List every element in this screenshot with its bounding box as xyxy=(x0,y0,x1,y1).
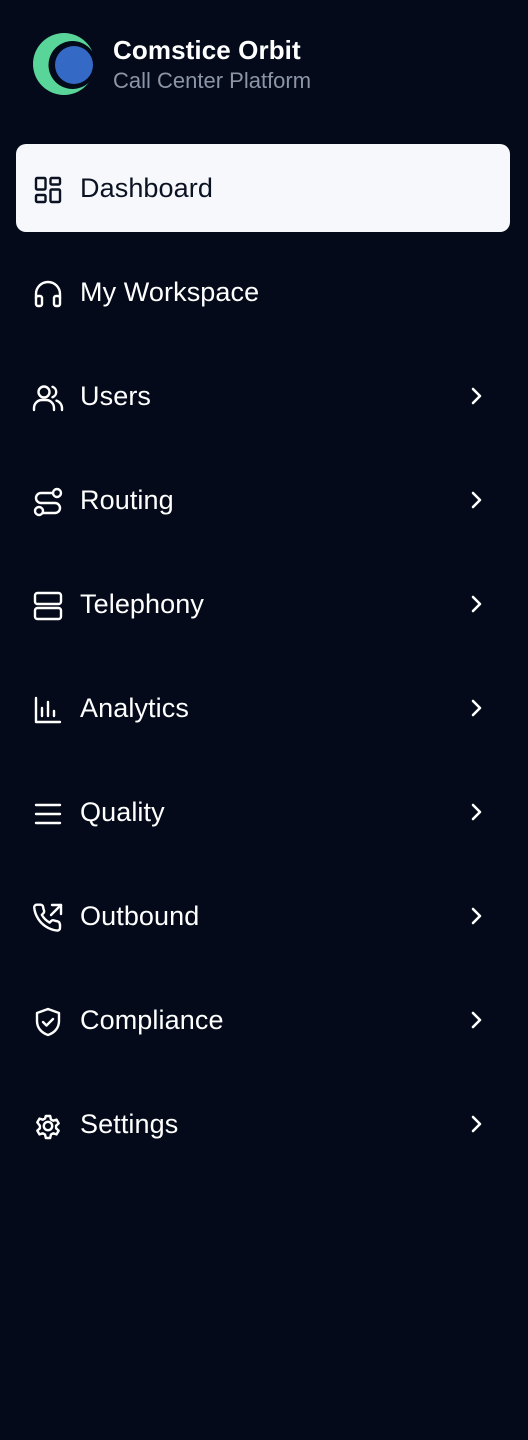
sidebar-item-label: Settings xyxy=(80,1109,179,1139)
phone-outgoing-icon xyxy=(32,902,64,934)
sidebar-item-outbound[interactable]: Outbound xyxy=(16,872,510,960)
sidebar-item-label: Users xyxy=(80,381,152,411)
sidebar-item-dashboard[interactable]: Dashboard xyxy=(16,144,510,232)
sidebar-nav: Dashboard My Workspace Users Routing Tel… xyxy=(16,144,510,1184)
sidebar-item-label: Routing xyxy=(80,485,174,515)
sidebar-item-label: Quality xyxy=(80,797,165,827)
sidebar-item-label: Outbound xyxy=(80,901,200,931)
sidebar-item-compliance[interactable]: Compliance xyxy=(16,976,510,1064)
sidebar-item-label: Analytics xyxy=(80,693,189,723)
chevron-right-icon xyxy=(464,1112,488,1136)
orbit-logo-icon xyxy=(33,33,96,95)
dashboard-icon xyxy=(32,174,64,206)
headset-icon xyxy=(32,278,64,310)
chevron-right-icon xyxy=(464,384,488,408)
menu-lines-icon xyxy=(32,798,64,830)
route-icon xyxy=(32,486,64,518)
sidebar-item-analytics[interactable]: Analytics xyxy=(16,664,510,752)
chevron-right-icon xyxy=(464,592,488,616)
shield-check-icon xyxy=(32,1006,64,1038)
gear-icon xyxy=(32,1110,64,1142)
sidebar-item-label: My Workspace xyxy=(80,277,260,307)
sidebar-item-label: Compliance xyxy=(80,1005,224,1035)
chevron-right-icon xyxy=(464,1008,488,1032)
chevron-right-icon xyxy=(464,800,488,824)
server-icon xyxy=(32,590,64,622)
sidebar-item-users[interactable]: Users xyxy=(16,352,510,440)
sidebar: Comstice Orbit Call Center Platform Dash… xyxy=(0,0,528,1440)
brand[interactable]: Comstice Orbit Call Center Platform xyxy=(32,32,311,96)
chevron-right-icon xyxy=(464,488,488,512)
app-title: Comstice Orbit xyxy=(113,34,301,65)
app-subtitle: Call Center Platform xyxy=(113,67,312,93)
sidebar-item-my-workspace[interactable]: My Workspace xyxy=(16,248,510,336)
chevron-right-icon xyxy=(464,696,488,720)
bar-chart-icon xyxy=(32,694,64,726)
sidebar-item-telephony[interactable]: Telephony xyxy=(16,560,510,648)
sidebar-item-quality[interactable]: Quality xyxy=(16,768,510,856)
sidebar-item-routing[interactable]: Routing xyxy=(16,456,510,544)
brand-text: Comstice Orbit Call Center Platform xyxy=(113,34,311,95)
users-icon xyxy=(32,382,64,414)
sidebar-item-label: Dashboard xyxy=(80,173,213,203)
chevron-right-icon xyxy=(464,904,488,928)
sidebar-item-label: Telephony xyxy=(80,589,204,619)
sidebar-item-settings[interactable]: Settings xyxy=(16,1080,510,1168)
